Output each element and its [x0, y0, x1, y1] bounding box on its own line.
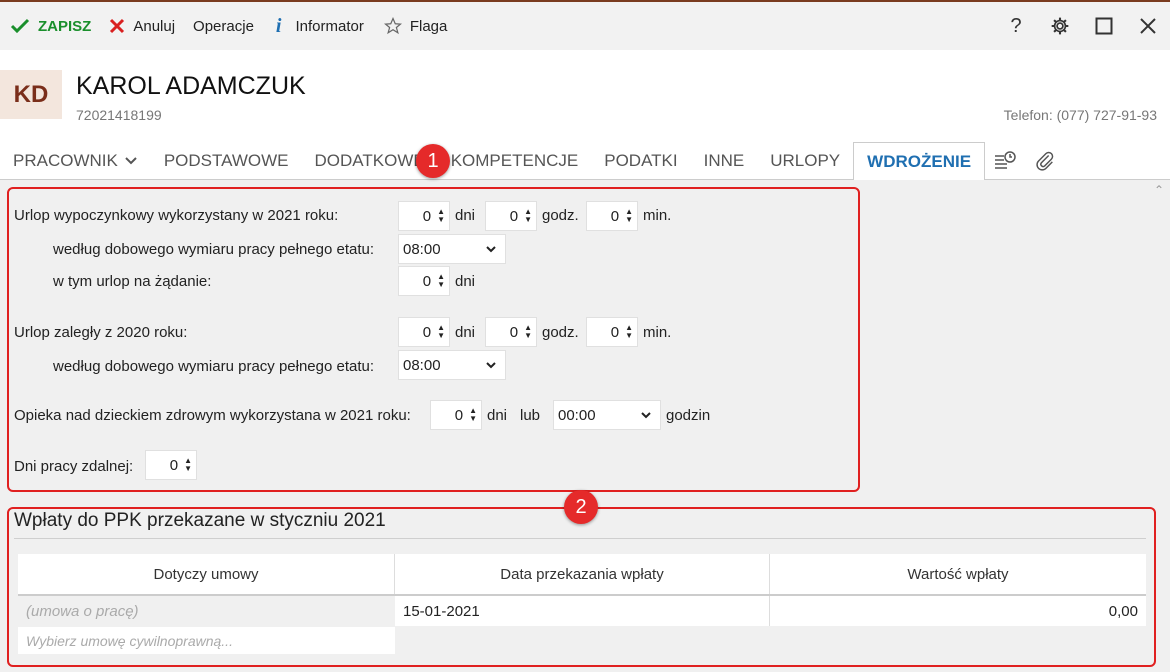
annotation-badge-2: 2 — [564, 490, 598, 524]
info-icon: i — [275, 14, 282, 37]
tab-label: PRACOWNIK — [13, 150, 118, 170]
callout-box-2 — [7, 507, 1156, 667]
save-label: ZAPISZ — [38, 17, 92, 35]
tab-urlopy[interactable]: URLOPY — [757, 142, 853, 179]
main-content: ⌃ Urlop wypoczynkowy wykorzystany w 2021… — [0, 181, 1170, 672]
attachment-icon[interactable] — [1025, 142, 1065, 179]
star-icon — [383, 17, 402, 35]
tab-pracownik[interactable]: PRACOWNIK — [0, 142, 151, 179]
cancel-button[interactable]: Anuluj — [109, 11, 175, 41]
maximize-icon[interactable] — [1082, 2, 1126, 50]
gear-icon[interactable] — [1038, 2, 1082, 50]
save-button[interactable]: ZAPISZ — [10, 11, 91, 41]
operations-label: Operacje — [193, 17, 254, 35]
cancel-label: Anuluj — [133, 17, 176, 35]
informator-label: Informator — [295, 17, 364, 35]
tab-kompetencje[interactable]: KOMPETENCJE — [438, 142, 592, 179]
employee-header: KD KAROL ADAMCZUK 72021418199 Telefon: (… — [0, 50, 1170, 142]
flag-button[interactable]: Flaga — [383, 11, 448, 41]
employee-name: KAROL ADAMCZUK — [76, 72, 306, 100]
chevron-down-icon — [125, 156, 137, 164]
tab-inne[interactable]: INNE — [691, 142, 758, 179]
flag-label: Flaga — [409, 17, 448, 35]
close-red-icon — [110, 18, 125, 34]
employee-id: 72021418199 — [76, 107, 162, 123]
callout-box-1 — [7, 187, 860, 492]
toolbar: ZAPISZ Anuluj Operacje i Informator Flag… — [0, 0, 1170, 50]
tab-wdrozenie[interactable]: WDROŻENIE — [853, 142, 986, 180]
operations-button[interactable]: Operacje — [193, 11, 254, 41]
tab-bar: PRACOWNIK PODSTAWOWE DODATKOWE KOMPETENC… — [0, 142, 1170, 180]
informator-button[interactable]: i Informator — [276, 11, 364, 41]
close-icon[interactable] — [1126, 2, 1170, 50]
annotation-badge-1: 1 — [416, 144, 450, 178]
scroll-up-icon[interactable]: ⌃ — [1154, 183, 1164, 197]
history-icon[interactable] — [985, 142, 1025, 179]
tab-podatki[interactable]: PODATKI — [591, 142, 690, 179]
avatar: KD — [0, 70, 62, 119]
check-icon — [10, 18, 30, 34]
help-icon[interactable]: ? — [994, 2, 1038, 50]
tab-podstawowe[interactable]: PODSTAWOWE — [151, 142, 302, 179]
employee-phone: Telefon: (077) 727-91-93 — [1003, 107, 1157, 123]
